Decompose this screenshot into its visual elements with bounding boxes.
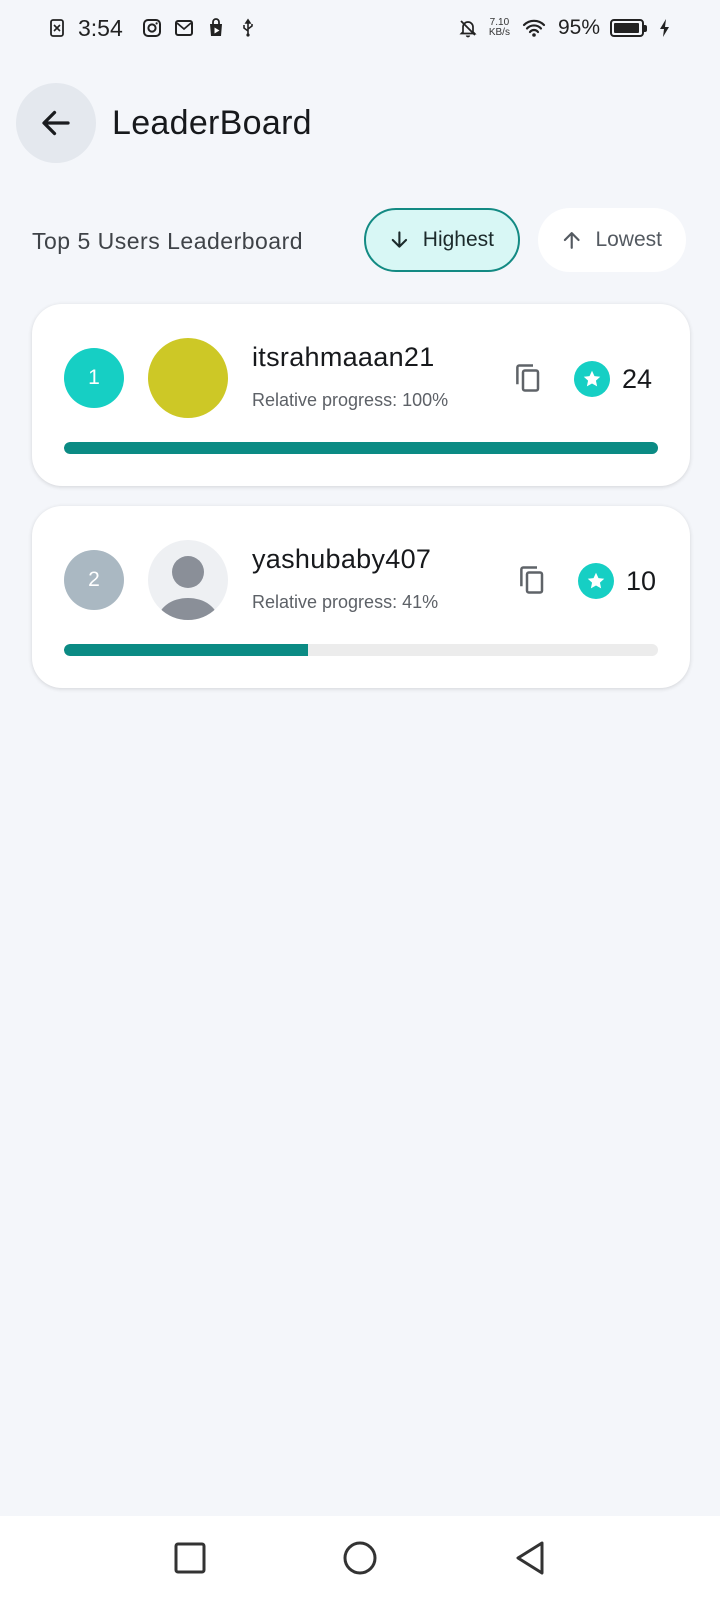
status-bar: 3:54 7.10 KB/s 95% [0,0,720,56]
usb-icon [237,17,259,39]
copy-icon [520,566,544,594]
triangle-back-icon [516,1541,544,1575]
battery-percent: 95% [557,16,600,39]
copy-username-button[interactable] [510,360,546,396]
circle-icon [343,1541,377,1575]
leaderboard-card[interactable]: 2 yashubaby407 Relative progress: 41% 10 [32,506,690,688]
instagram-icon [141,17,163,39]
sim-off-icon [46,17,68,39]
leaderboard-card[interactable]: 1 itsrahmaaan21 Relative progress: 100% … [32,304,690,486]
progress-bar [64,442,658,454]
status-right: 7.10 KB/s 95% [457,16,676,40]
username: yashubaby407 [252,544,432,574]
star-icon [574,361,610,397]
copy-icon [516,364,540,392]
sort-lowest-label: Lowest [595,228,662,251]
score: 24 [622,364,653,394]
relative-progress-text: Relative progress: 41% [252,592,439,612]
back-button[interactable] [16,83,96,163]
wifi-icon [520,17,548,39]
page-title: LeaderBoard [112,104,312,142]
home-button[interactable] [338,1536,382,1580]
arrow-up-icon [563,232,580,249]
progress-bar-fill [64,442,658,454]
sort-highest-chip[interactable]: Highest [364,208,520,272]
net-speed: 7.10 KB/s [489,18,510,38]
mail-icon [173,17,195,39]
arrow-left-icon [42,110,70,136]
sort-highest-label: Highest [422,228,494,251]
net-speed-unit: KB/s [488,27,510,38]
score: 10 [626,566,657,596]
relative-progress-text: Relative progress: 100% [252,390,449,410]
sort-lowest-chip[interactable]: Lowest [538,208,686,272]
charging-icon [654,17,676,39]
status-left: 3:54 [46,15,259,42]
back-nav-button[interactable] [508,1536,552,1580]
leaderboard-subtitle: Top 5 Users Leaderboard [32,228,304,254]
username: itsrahmaaan21 [252,342,435,372]
avatar [148,540,228,620]
progress-bar [64,644,658,656]
avatar [148,338,228,418]
battery-icon [610,19,647,37]
copy-username-button[interactable] [514,562,550,598]
system-nav-bar [0,1516,720,1600]
progress-bar-fill [64,644,308,656]
rank-badge: 2 [64,550,124,610]
play-store-icon [205,17,227,39]
status-time: 3:54 [78,14,123,41]
recents-button[interactable] [168,1536,212,1580]
bell-off-icon [457,17,479,39]
star-icon [578,563,614,599]
square-icon [174,1542,206,1574]
rank-badge: 1 [64,348,124,408]
person-icon [158,556,218,620]
arrow-down-icon [391,231,408,248]
